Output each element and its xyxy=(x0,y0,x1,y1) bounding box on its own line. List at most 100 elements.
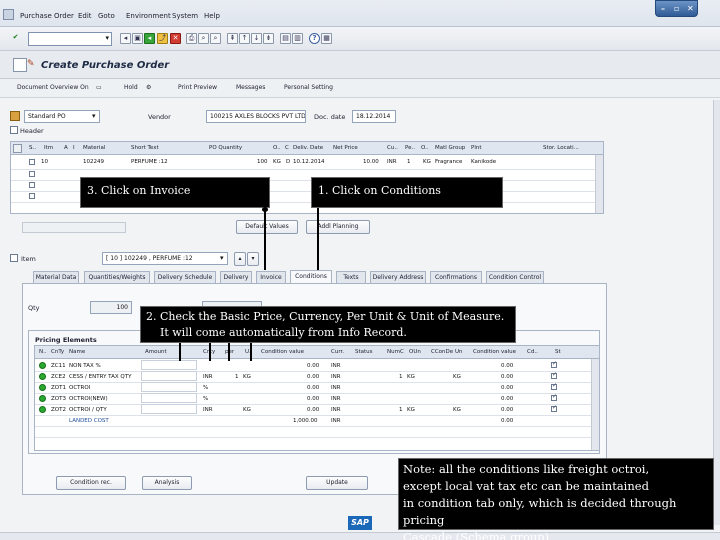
col-c[interactable]: C xyxy=(285,145,289,151)
settings-icon[interactable]: ⚙ xyxy=(146,84,151,91)
chevron-down-icon[interactable]: ▾ xyxy=(220,254,224,262)
back-icon[interactable]: ◂ xyxy=(120,33,131,44)
col-name[interactable]: Name xyxy=(69,349,85,355)
layout-menu-icon[interactable]: ▦ xyxy=(321,33,332,44)
cell-cnty[interactable]: ZC11 xyxy=(51,363,66,369)
menu-edit[interactable]: Edit xyxy=(78,12,92,20)
col-st[interactable]: St xyxy=(555,349,561,355)
col-n[interactable]: N.. xyxy=(39,349,47,355)
document-overview-button[interactable]: Document Overview On xyxy=(17,84,89,91)
screen-vertical-scrollbar[interactable] xyxy=(713,100,720,525)
sap-menu-icon[interactable] xyxy=(3,9,14,20)
tab-quantities-weights[interactable]: Quantities/Weights xyxy=(84,271,150,283)
save-icon[interactable]: ▣ xyxy=(132,33,143,44)
cell-cnty[interactable]: ZCE2 xyxy=(51,374,66,380)
restore-icon[interactable]: ▫ xyxy=(674,4,679,13)
menu-system[interactable]: System xyxy=(172,12,198,20)
tab-material-data[interactable]: Material Data xyxy=(33,271,79,283)
condition-rec-button[interactable]: Condition rec. xyxy=(56,476,126,490)
col-plant[interactable]: Plnt xyxy=(471,145,482,151)
col-un[interactable]: Un xyxy=(455,349,463,355)
hold-button[interactable]: Hold xyxy=(124,84,138,91)
col-curr[interactable]: Curr. xyxy=(331,349,344,355)
col-status[interactable]: S.. xyxy=(29,145,36,151)
tab-confirmations[interactable]: Confirmations xyxy=(430,271,482,283)
col-per[interactable]: Pe.. xyxy=(405,145,415,151)
col-cd[interactable]: Cd.. xyxy=(527,349,538,355)
cell-amount[interactable] xyxy=(141,360,197,370)
personal-setting-button[interactable]: Personal Setting xyxy=(284,84,333,91)
new-session-icon[interactable]: ▤ xyxy=(280,33,291,44)
col-stor-loc[interactable]: Stor. Locati... xyxy=(543,145,579,151)
tab-delivery-address[interactable]: Delivery Address xyxy=(370,271,426,283)
col-item[interactable]: Itm xyxy=(44,145,53,151)
tab-invoice[interactable]: Invoice xyxy=(256,271,286,283)
row-select-checkbox[interactable] xyxy=(29,159,35,165)
tab-delivery-schedule[interactable]: Delivery Schedule xyxy=(154,271,216,283)
col-numc[interactable]: NumC xyxy=(387,349,404,355)
cell-amount[interactable] xyxy=(141,393,197,403)
col-condition-value[interactable]: Condition value xyxy=(261,349,304,355)
item-collapse-icon[interactable] xyxy=(10,254,18,262)
statistical-checkbox[interactable] xyxy=(551,371,557,379)
new-doc-icon[interactable]: ▭ xyxy=(96,84,102,91)
prev-page-icon[interactable]: ↑ xyxy=(239,33,250,44)
chevron-down-icon[interactable]: ▾ xyxy=(105,34,109,42)
col-material[interactable]: Material xyxy=(83,145,105,151)
exit-icon[interactable]: ⤴ xyxy=(157,33,168,44)
cell-po-qty[interactable]: 100 xyxy=(257,159,268,165)
doc-type-select[interactable]: Standard PO xyxy=(24,110,100,123)
tab-conditions[interactable]: Conditions xyxy=(290,270,332,283)
grid-vertical-scrollbar[interactable] xyxy=(595,155,603,213)
tab-texts[interactable]: Texts xyxy=(336,271,366,283)
doc-date-field[interactable]: 18.12.2014 xyxy=(352,110,396,123)
col-po-qty[interactable]: PO Quantity xyxy=(209,145,242,151)
cell-cnty[interactable]: ZOT1 xyxy=(51,385,66,391)
menu-help[interactable]: Help xyxy=(204,12,220,20)
shortcut-icon[interactable]: ▥ xyxy=(292,33,303,44)
col-currency[interactable]: Cu.. xyxy=(387,145,398,151)
cancel-icon[interactable]: ✕ xyxy=(170,33,181,44)
analysis-button[interactable]: Analysis xyxy=(142,476,192,490)
prev-item-button[interactable]: ▴ xyxy=(234,252,246,266)
row-select-checkbox[interactable] xyxy=(29,182,35,188)
col-condition-value-2[interactable]: Condition value xyxy=(473,349,516,355)
row-select-checkbox[interactable] xyxy=(29,193,35,199)
cell-deliv-date[interactable]: 10.12.2014 xyxy=(293,159,325,165)
last-page-icon[interactable]: ⇟ xyxy=(263,33,274,44)
cell-cnty[interactable]: ZOT2 xyxy=(51,407,66,413)
cell-amount[interactable] xyxy=(141,371,197,381)
pricing-grid-scrollbar[interactable] xyxy=(591,359,599,450)
statistical-checkbox[interactable] xyxy=(551,382,557,390)
cell-amount[interactable] xyxy=(141,382,197,392)
update-button[interactable]: Update xyxy=(306,476,368,490)
col-opu[interactable]: O.. xyxy=(421,145,429,151)
col-cconde[interactable]: CConDe xyxy=(431,349,453,355)
col-account[interactable]: A xyxy=(64,145,68,151)
row-select-checkbox[interactable] xyxy=(29,171,35,177)
menu-environment[interactable]: Environment xyxy=(126,12,171,20)
messages-button[interactable]: Messages xyxy=(236,84,265,91)
addl-planning-button[interactable]: Addl Planning xyxy=(306,220,370,234)
default-values-button[interactable]: Default Values xyxy=(236,220,298,234)
col-status[interactable]: Status xyxy=(355,349,373,355)
close-icon[interactable]: ✕ xyxy=(687,4,694,13)
grid-settings-icon[interactable] xyxy=(13,144,22,153)
header-section-label[interactable]: Header xyxy=(20,127,44,135)
first-page-icon[interactable]: ⇞ xyxy=(227,33,238,44)
cell-short-text[interactable]: PERFUME :12 xyxy=(131,159,168,165)
next-page-icon[interactable]: ↓ xyxy=(251,33,262,44)
col-net-price[interactable]: Net Price xyxy=(333,145,358,151)
col-itemcat[interactable]: I xyxy=(73,145,75,151)
col-amount[interactable]: Amount xyxy=(145,349,167,355)
statistical-checkbox[interactable] xyxy=(551,393,557,401)
col-matl-group[interactable]: Matl Group xyxy=(435,145,465,151)
expand-header-icon[interactable] xyxy=(10,126,18,134)
print-preview-button[interactable]: Print Preview xyxy=(178,84,217,91)
find-next-icon[interactable]: ⌕ xyxy=(210,33,221,44)
enter-check-icon[interactable]: ✔ xyxy=(10,33,21,44)
menu-purchase-order[interactable]: Purchase Order xyxy=(20,12,74,20)
chevron-down-icon[interactable]: ▾ xyxy=(92,112,96,120)
col-cnty[interactable]: CnTy xyxy=(51,349,64,355)
menu-goto[interactable]: Goto xyxy=(98,12,115,20)
